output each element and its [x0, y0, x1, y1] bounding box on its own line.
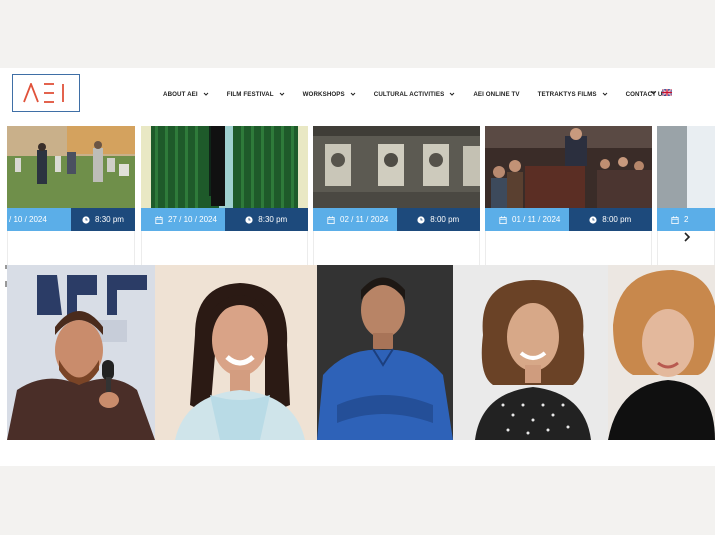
event-details [141, 231, 308, 266]
event-time-text: 8:00 pm [602, 215, 632, 224]
event-datetime-bar: 2 [657, 208, 715, 231]
chevron-down-icon [350, 92, 356, 96]
nav-item-workshops[interactable]: WORKSHOPS [303, 91, 356, 98]
event-image [485, 126, 652, 208]
event-datetime-bar: 27 / 10 / 2024 8:30 pm [141, 208, 308, 231]
nav-item-film-festival[interactable]: FILM FESTIVAL [227, 91, 285, 98]
event-time: 8:00 pm [396, 208, 480, 231]
cemetery-scene-image [7, 126, 135, 208]
event-time: 8:30 pm [71, 208, 135, 231]
calendar-icon [327, 215, 335, 224]
nav-label: AEI ONLINE TV [473, 90, 520, 98]
language-switcher[interactable] [650, 89, 672, 96]
event-time: 8:00 pm [568, 208, 652, 231]
event-date: 01 / 11 / 2024 [485, 208, 569, 231]
event-datetime-bar: 02 / 11 / 2024 8:00 pm [313, 208, 480, 231]
chevron-down-icon [602, 92, 607, 96]
event-datetime-bar: 01 / 11 / 2024 8:00 pm [485, 208, 652, 231]
event-card[interactable]: 27 / 10 / 2024 8:30 pm [141, 126, 308, 266]
portraits-wall-image [313, 126, 480, 208]
events-carousel: / 10 / 2024 8:30 pm 27 / 10 / 2024 8:30 … [0, 126, 715, 266]
site-header: ABOUT AEI FILM FESTIVAL WORKSHOPS CULTUR… [0, 68, 715, 126]
clock-icon [82, 215, 90, 224]
event-card[interactable]: / 10 / 2024 8:30 pm [7, 126, 135, 266]
event-image [7, 126, 135, 208]
nav-label: FILM FESTIVAL [226, 90, 274, 98]
clock-icon [417, 215, 425, 224]
chevron-down-icon [203, 92, 209, 96]
nav-label: TETRAKTYS FILMS [537, 90, 597, 98]
event-details [485, 231, 652, 266]
nav-item-cultural-activities[interactable]: CULTURAL ACTIVITIES [374, 91, 456, 98]
event-time-text: 8:00 pm [430, 215, 460, 224]
clock-icon [589, 215, 597, 224]
event-date: 27 / 10 / 2024 [141, 208, 225, 231]
stage-curtain-image [141, 126, 308, 208]
chevron-down-icon [650, 90, 657, 95]
nav-item-about-aei[interactable]: ABOUT AEI [163, 91, 209, 98]
speaker-image-man-microphone [7, 265, 155, 440]
main-nav: ABOUT AEI FILM FESTIVAL WORKSHOPS CULTUR… [163, 88, 685, 100]
event-date-text: / 10 / 2024 [9, 215, 47, 224]
event-time-text: 8:30 pm [95, 215, 124, 224]
event-date: / 10 / 2024 [7, 208, 71, 231]
clock-icon [245, 215, 253, 224]
event-image [313, 126, 480, 208]
event-date-text: 2 [684, 215, 689, 224]
event-card[interactable]: 2 [657, 126, 715, 266]
speaker-photo[interactable] [608, 265, 715, 440]
chevron-right-icon[interactable] [680, 230, 694, 244]
speaker-photo[interactable] [7, 265, 155, 440]
calendar-icon [671, 215, 679, 224]
chevron-down-icon [279, 92, 284, 96]
event-details [7, 231, 135, 266]
speaker-image-man-blue-shirt [317, 265, 453, 440]
aei-logo[interactable] [12, 74, 80, 112]
event-date: 02 / 11 / 2024 [313, 208, 397, 231]
speaker-image-woman-blonde-curls [608, 265, 715, 440]
event-card[interactable]: 01 / 11 / 2024 8:00 pm [485, 126, 652, 266]
speaker-photo[interactable] [155, 265, 317, 440]
event-date-text: 02 / 11 / 2024 [340, 215, 389, 224]
audience-speaker-image [485, 126, 652, 208]
event-time: 8:30 pm [224, 208, 308, 231]
event-date: 2 [657, 208, 715, 231]
event-partial-image [657, 126, 715, 208]
event-details [313, 231, 480, 266]
event-date-text: 27 / 10 / 2024 [168, 215, 217, 224]
nav-item-aei-online-tv[interactable]: AEI ONLINE TV [473, 91, 519, 98]
aei-logo-mark [23, 83, 64, 103]
calendar-icon [499, 215, 507, 224]
nav-label: CULTURAL ACTIVITIES [373, 90, 445, 98]
event-card[interactable]: 02 / 11 / 2024 8:00 pm [313, 126, 480, 266]
event-time-text: 8:30 pm [258, 215, 288, 224]
nav-label: ABOUT AEI [163, 90, 198, 98]
speaker-image-woman-smiling [155, 265, 317, 440]
chevron-down-icon [449, 92, 455, 96]
calendar-icon [155, 215, 163, 224]
nav-item-tetraktys-films[interactable]: TETRAKTYS FILMS [538, 91, 608, 98]
event-image [657, 126, 715, 208]
speaker-photo[interactable] [453, 265, 608, 440]
speakers-gallery [7, 265, 715, 440]
nav-label: WORKSHOPS [302, 90, 345, 98]
speaker-photo[interactable] [317, 265, 453, 440]
event-datetime-bar: / 10 / 2024 8:30 pm [7, 208, 135, 231]
page: ABOUT AEI FILM FESTIVAL WORKSHOPS CULTUR… [0, 68, 715, 466]
speaker-image-woman-curly-hair [453, 265, 608, 440]
event-date-text: 01 / 11 / 2024 [512, 215, 561, 224]
uk-flag-icon [662, 89, 672, 96]
event-image [141, 126, 308, 208]
